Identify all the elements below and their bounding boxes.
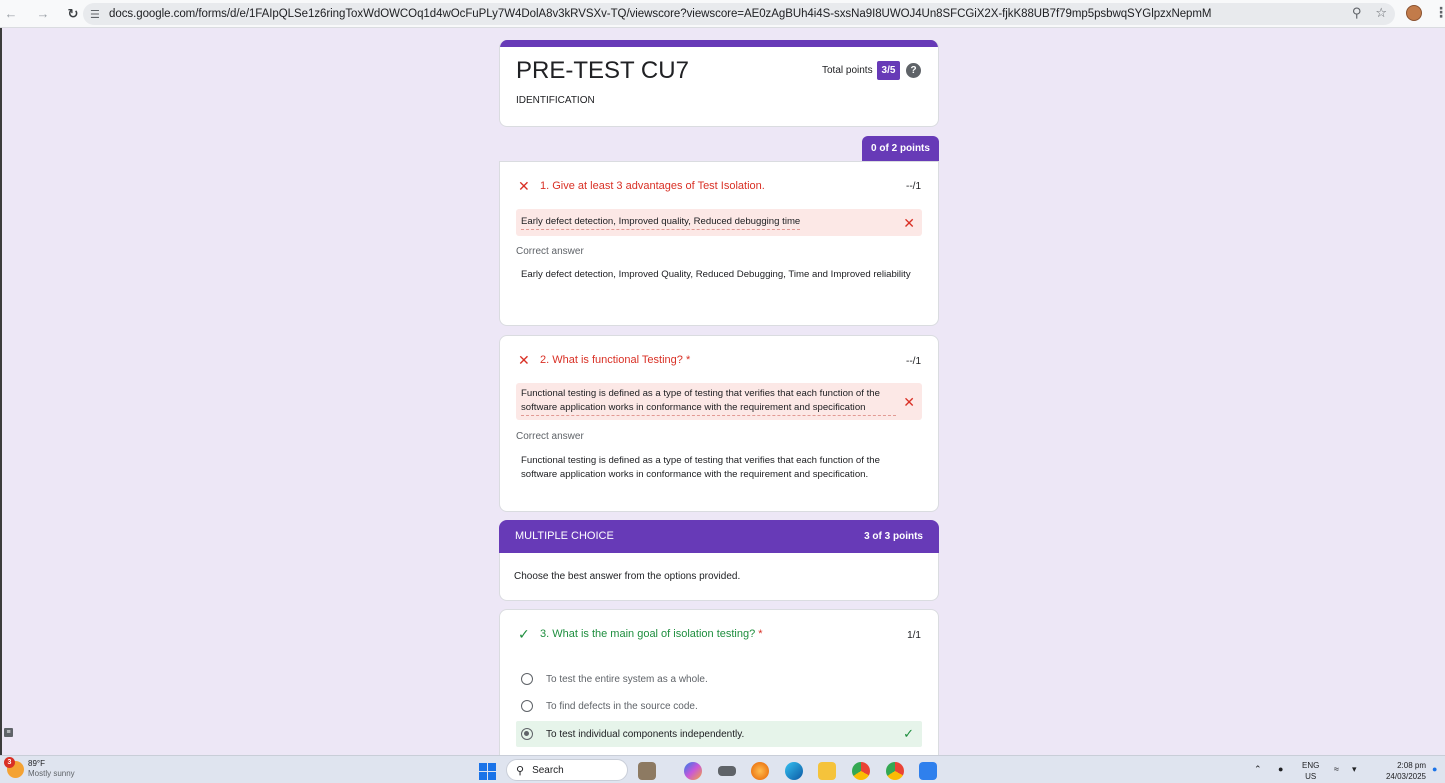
zoom-icon[interactable]: ⚲ [1352,5,1362,21]
correct-check-icon: ✓ [903,726,914,741]
taskbar: 3 89°F Mostly sunny ⚲ Search ⌃ ● ENG US … [0,755,1445,783]
form-title: PRE-TEST CU7 [516,57,689,84]
section-title: MULTIPLE CHOICE [515,530,614,542]
browser-toolbar: ← → ↻ ☰ docs.google.com/forms/d/e/1FAIpQ… [0,0,1445,28]
correct-check-icon: ✓ [518,626,530,642]
region-code: US [1305,772,1317,781]
question-score: --/1 [906,181,921,192]
form-header-card: PRE-TEST CU7 IDENTIFICATION Total points… [499,40,939,127]
radio-button[interactable] [521,673,533,685]
edge-icon[interactable] [785,762,803,780]
correct-answer-text: Functional testing is defined as a type … [521,455,880,480]
forward-arrow-icon[interactable]: → [32,3,54,25]
speaker-icon[interactable]: ▾ [1352,764,1357,775]
weather-widget[interactable]: 3 89°F Mostly sunny [4,756,75,779]
response-text: Functional testing is defined as a type … [521,387,896,416]
required-asterisk: * [685,354,691,366]
question-card: ✕ 2. What is functional Testing? * --/1 … [499,335,939,512]
total-points-label: Total points [822,65,873,76]
help-icon[interactable]: ? [906,63,921,78]
option-item[interactable]: To test the entire system as a whole. [516,666,922,692]
response-box: Early defect detection, Improved quality… [516,209,922,236]
windows-start-icon[interactable] [479,763,496,780]
section-points-badge: 0 of 2 points [862,136,939,161]
file-explorer-icon[interactable] [818,762,836,780]
required-asterisk: * [758,628,763,640]
chrome-canary-icon[interactable] [886,762,904,780]
reload-icon[interactable]: ↻ [62,3,84,25]
taskbar-search[interactable]: ⚲ Search [506,759,628,781]
side-panel-icon[interactable]: ≡ [4,728,13,737]
response-text: Early defect detection, Improved quality… [521,215,801,230]
question-card: ✕ 1. Give at least 3 advantages of Test … [499,161,939,326]
window-edge [0,28,2,755]
notification-badge: 3 [4,756,15,768]
option-label: To test individual components independen… [546,728,745,740]
incorrect-x-icon: ✕ [903,214,915,231]
form-accent-bar [500,40,938,47]
taskview-icon[interactable] [718,766,736,776]
question-score: 1/1 [907,630,921,641]
form-description: IDENTIFICATION [516,95,595,106]
incorrect-x-icon: ✕ [518,178,530,194]
option-label: To find defects in the source code. [546,700,698,712]
question-card: ✓ 3. What is the main goal of isolation … [499,609,939,769]
radio-button[interactable] [521,700,533,712]
section-description-card: Choose the best answer from the options … [499,553,939,601]
chevron-up-icon[interactable]: ⌃ [1254,764,1262,775]
question-title: 1. Give at least 3 advantages of Test Is… [540,180,765,192]
chrome-icon[interactable] [852,762,870,780]
sun-icon: 3 [4,756,24,778]
search-label: Search [532,764,564,776]
wifi-icon[interactable]: ≈ [1334,764,1339,774]
option-label: To test the entire system as a whole. [546,673,708,685]
correct-answer-label: Correct answer [516,246,584,257]
clock[interactable]: 2:08 pm 24/03/2025 [1376,760,1426,782]
section-description: Choose the best answer from the options … [514,571,741,582]
back-arrow-icon[interactable]: ← [0,3,22,25]
weather-temp: 89°F [28,759,45,768]
menu-kebab-icon[interactable]: ⋮ [1434,4,1445,21]
language-indicator[interactable]: ENG US [1302,760,1319,782]
correct-answer-text: Early defect detection, Improved Quality… [521,269,911,280]
language-code: ENG [1302,761,1320,770]
total-points-badge: 3/5 [877,61,900,80]
correct-answer-label: Correct answer [516,431,584,442]
bookmark-star-icon[interactable]: ☆ [1375,5,1387,21]
radio-button-selected[interactable] [521,728,533,740]
question-title: 2. What is functional Testing? * [540,354,691,366]
question-score: --/1 [906,356,921,367]
url-text[interactable]: docs.google.com/forms/d/e/1FAIpQLSe1z6ri… [109,8,1212,20]
microphone-icon[interactable]: ● [1278,764,1283,774]
section-header: MULTIPLE CHOICE 3 of 3 points [499,520,939,553]
incorrect-x-icon: ✕ [903,393,915,410]
response-box: Functional testing is defined as a type … [516,383,922,420]
option-item[interactable]: To find defects in the source code. [516,693,922,719]
option-item-selected[interactable]: To test individual components independen… [516,721,922,747]
section-points-badge: 3 of 3 points [864,531,923,542]
copilot-icon[interactable] [684,762,702,780]
time: 2:08 pm [1397,761,1426,770]
vscode-icon[interactable] [919,762,937,780]
search-icon: ⚲ [516,764,525,777]
site-info-icon[interactable]: ☰ [90,8,104,21]
date: 24/03/2025 [1385,772,1426,781]
widgets-icon[interactable] [638,762,656,780]
profile-avatar[interactable] [1406,5,1422,21]
question-title: 3. What is the main goal of isolation te… [540,628,763,640]
notification-bell-icon[interactable]: ● [1432,764,1437,774]
firefox-icon[interactable] [751,762,769,780]
incorrect-x-icon: ✕ [518,352,530,368]
address-bar[interactable]: ☰ docs.google.com/forms/d/e/1FAIpQLSe1z6… [83,3,1395,25]
weather-desc: Mostly sunny [28,769,75,778]
